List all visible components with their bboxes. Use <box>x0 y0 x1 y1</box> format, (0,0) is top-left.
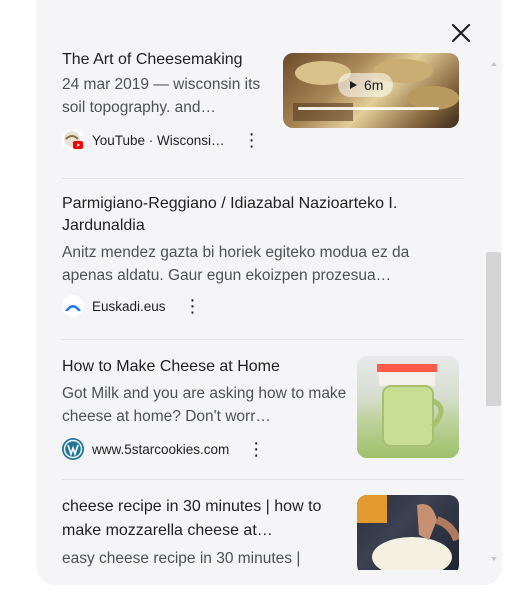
source-label: www.5starcookies.com <box>92 441 230 457</box>
divider <box>62 339 464 340</box>
more-options-icon[interactable]: ⋮ <box>247 440 265 458</box>
play-icon <box>350 81 357 89</box>
result-snippet: Got Milk and you are asking how to make … <box>62 385 347 425</box>
result-source: YouTube · Wisconsi… ⋮ <box>62 129 478 151</box>
divider <box>62 178 464 179</box>
result-title[interactable]: cheese recipe in 30 minutes | how to mak… <box>62 495 347 543</box>
mozzarella-icon <box>357 495 459 570</box>
close-icon <box>451 23 471 43</box>
result-snippet: Anitz mendez gazta bi horiek egiteko mod… <box>62 244 410 284</box>
video-duration: 6m <box>364 77 384 93</box>
result-snippet: 24 mar 2019 — wisconsin its soil topogra… <box>62 76 261 116</box>
result-thumbnail[interactable] <box>357 356 459 458</box>
video-duration-pill: 6m <box>338 73 394 97</box>
video-thumbnail[interactable]: 6m <box>283 53 459 128</box>
video-progress-bar <box>298 107 439 110</box>
scroll-down-icon[interactable] <box>491 557 497 561</box>
scroll-up-icon[interactable] <box>491 62 497 66</box>
milk-jar-icon <box>377 364 444 447</box>
result-title[interactable]: How to Make Cheese at Home <box>62 356 347 378</box>
list-item[interactable]: Parmigiano-Reggiano / Idiazabal Nazioart… <box>62 193 478 317</box>
results-list[interactable]: The Art of Cheesemaking 24 mar 2019 — wi… <box>48 45 478 570</box>
result-title[interactable]: The Art of Cheesemaking <box>62 49 277 71</box>
result-thumbnail[interactable] <box>357 495 459 570</box>
more-options-icon[interactable]: ⋮ <box>243 131 261 149</box>
source-label: Euskadi.eus <box>92 298 166 314</box>
close-button[interactable] <box>447 19 475 47</box>
wordpress-icon <box>62 438 84 460</box>
more-options-icon[interactable]: ⋮ <box>184 297 202 315</box>
youtube-channel-icon <box>62 129 84 151</box>
divider <box>62 479 464 480</box>
result-snippet: easy cheese recipe in 30 minutes | <box>62 550 301 567</box>
euskadi-icon <box>62 295 84 317</box>
result-source: Euskadi.eus ⋮ <box>62 295 478 317</box>
result-title[interactable]: Parmigiano-Reggiano / Idiazabal Nazioart… <box>62 193 462 237</box>
scrollbar-thumb[interactable] <box>486 252 501 406</box>
source-label: YouTube · Wisconsi… <box>92 132 225 148</box>
